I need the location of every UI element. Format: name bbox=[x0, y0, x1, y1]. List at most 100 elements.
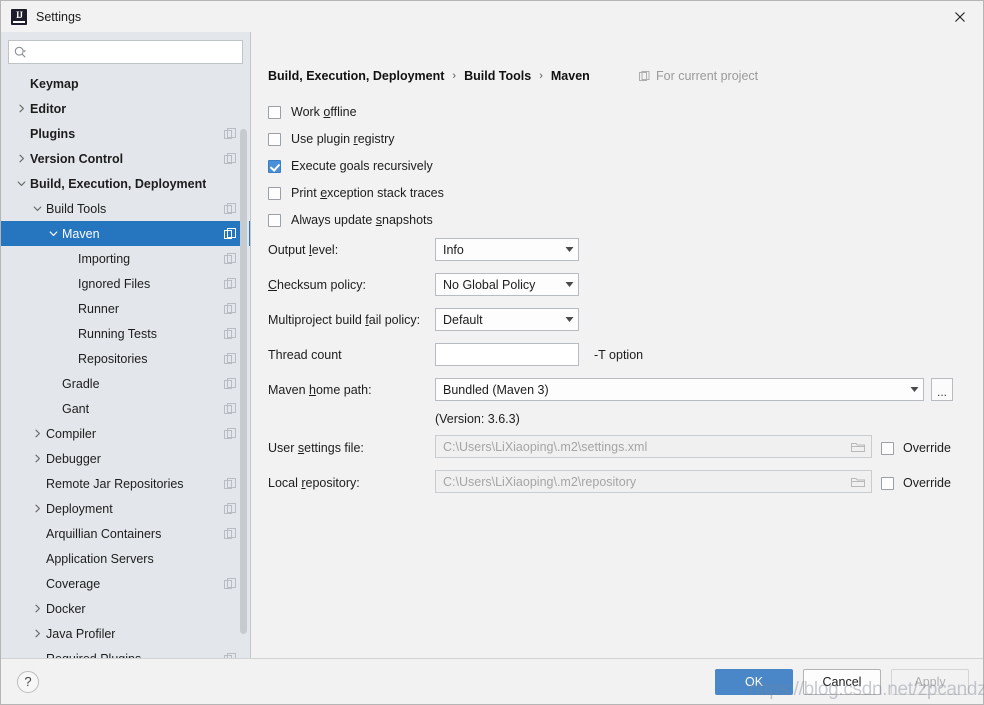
chevron-down-icon[interactable] bbox=[47, 227, 60, 240]
dropdown-checksum-policy[interactable]: No Global Policy bbox=[435, 273, 579, 296]
breadcrumb-item-2: Maven bbox=[550, 69, 590, 83]
folder-icon[interactable] bbox=[849, 476, 867, 488]
sidebar-item-keymap[interactable]: Keymap bbox=[1, 71, 250, 96]
copy-icon[interactable] bbox=[224, 227, 236, 240]
sidebar-item-remote-jar-repositories[interactable]: Remote Jar Repositories bbox=[1, 471, 250, 496]
sidebar-item-application-servers[interactable]: Application Servers bbox=[1, 546, 250, 571]
dropdown-fail-policy[interactable]: Default bbox=[435, 308, 579, 331]
input-thread-count[interactable] bbox=[435, 343, 579, 366]
settings-main-panel: Build, Execution, Deployment › Build Too… bbox=[251, 32, 983, 658]
checkbox-row-use-plugin-registry[interactable]: Use plugin registry bbox=[268, 131, 395, 147]
browse-maven-home-button[interactable]: ... bbox=[931, 378, 953, 401]
breadcrumb-item-1[interactable]: Build Tools bbox=[464, 69, 531, 83]
sidebar-item-label: Ignored Files bbox=[78, 276, 151, 291]
breadcrumb-item-0[interactable]: Build, Execution, Deployment bbox=[268, 69, 444, 83]
copy-icon[interactable] bbox=[224, 302, 236, 315]
chevron-right-icon[interactable] bbox=[31, 627, 44, 640]
sidebar-item-docker[interactable]: Docker bbox=[1, 596, 250, 621]
copy-icon[interactable] bbox=[224, 252, 236, 265]
copy-icon[interactable] bbox=[224, 477, 236, 490]
sidebar-item-compiler[interactable]: Compiler bbox=[1, 421, 250, 446]
input-local-repository[interactable]: C:\Users\LiXiaoping\.m2\repository bbox=[435, 470, 872, 493]
sidebar-item-java-profiler[interactable]: Java Profiler bbox=[1, 621, 250, 646]
settings-dialog: Settings KeymapEditorPluginsVersion bbox=[0, 0, 984, 705]
checkbox-print-exception-stack-traces[interactable] bbox=[268, 186, 281, 200]
sidebar-item-gradle[interactable]: Gradle bbox=[1, 371, 250, 396]
help-button[interactable]: ? bbox=[17, 670, 39, 693]
checkbox-override-user-settings[interactable] bbox=[881, 441, 894, 455]
dropdown-output-level[interactable]: Info bbox=[435, 238, 579, 261]
sidebar-item-runner[interactable]: Runner bbox=[1, 296, 250, 321]
sidebar-item-debugger[interactable]: Debugger bbox=[1, 446, 250, 471]
override-row-user-settings[interactable]: Override bbox=[881, 441, 951, 455]
copy-icon[interactable] bbox=[224, 327, 236, 340]
dropdown-maven-home-path[interactable]: Bundled (Maven 3) bbox=[435, 378, 924, 401]
chevron-right-icon[interactable] bbox=[15, 102, 28, 115]
sidebar-scrollbar-thumb[interactable] bbox=[240, 129, 247, 634]
checkbox-execute-goals-recursively[interactable] bbox=[268, 159, 281, 173]
chevron-down-icon[interactable] bbox=[15, 177, 28, 190]
sidebar-item-required-plugins[interactable]: Required Plugins bbox=[1, 646, 250, 658]
copy-icon[interactable] bbox=[224, 152, 236, 165]
chevron-right-icon[interactable] bbox=[15, 152, 28, 165]
sidebar-item-running-tests[interactable]: Running Tests bbox=[1, 321, 250, 346]
checkbox-row-print-exception-stack-traces[interactable]: Print exception stack traces bbox=[268, 185, 444, 201]
sidebar-item-coverage[interactable]: Coverage bbox=[1, 571, 250, 596]
breadcrumb-separator-1: › bbox=[539, 70, 543, 82]
label-checksum-policy: Checksum policy: bbox=[268, 278, 366, 292]
copy-icon[interactable] bbox=[224, 402, 236, 415]
checkbox-always-update-snapshots[interactable] bbox=[268, 213, 281, 227]
checkbox-row-work-offline[interactable]: Work offline bbox=[268, 104, 357, 120]
search-icon bbox=[14, 46, 26, 58]
sidebar-item-label: Compiler bbox=[46, 426, 97, 441]
sidebar-item-editor[interactable]: Editor bbox=[1, 96, 250, 121]
sidebar-item-importing[interactable]: Importing bbox=[1, 246, 250, 271]
sidebar-item-repositories[interactable]: Repositories bbox=[1, 346, 250, 371]
sidebar-item-label: Importing bbox=[78, 251, 131, 266]
chevron-down-icon bbox=[560, 281, 578, 288]
copy-icon[interactable] bbox=[224, 127, 236, 140]
sidebar-item-arquillian-containers[interactable]: Arquillian Containers bbox=[1, 521, 250, 546]
folder-icon[interactable] bbox=[849, 441, 867, 453]
override-row-local-repository[interactable]: Override bbox=[881, 476, 951, 490]
checkbox-use-plugin-registry[interactable] bbox=[268, 132, 281, 146]
ok-button[interactable]: OK bbox=[715, 668, 793, 695]
sidebar-item-deployment[interactable]: Deployment bbox=[1, 496, 250, 521]
input-user-settings-file[interactable]: C:\Users\LiXiaoping\.m2\settings.xml bbox=[435, 435, 872, 458]
copy-icon[interactable] bbox=[224, 577, 236, 590]
copy-icon[interactable] bbox=[224, 277, 236, 290]
copy-icon[interactable] bbox=[224, 352, 236, 365]
checkbox-row-always-update-snapshots[interactable]: Always update snapshots bbox=[268, 212, 433, 228]
copy-icon[interactable] bbox=[224, 377, 236, 390]
sidebar-item-maven[interactable]: Maven bbox=[1, 221, 250, 246]
sidebar-item-label: Runner bbox=[78, 301, 119, 316]
dropdown-maven-home-path-value: Bundled (Maven 3) bbox=[443, 382, 549, 397]
sidebar-item-ignored-files[interactable]: Ignored Files bbox=[1, 271, 250, 296]
copy-icon[interactable] bbox=[224, 527, 236, 540]
sidebar-item-version-control[interactable]: Version Control bbox=[1, 146, 250, 171]
checkbox-work-offline[interactable] bbox=[268, 105, 281, 119]
sidebar-scrollbar-track[interactable] bbox=[240, 71, 249, 658]
sidebar-item-label: Remote Jar Repositories bbox=[46, 476, 184, 491]
copy-icon[interactable] bbox=[224, 202, 236, 215]
sidebar-item-build-tools[interactable]: Build Tools bbox=[1, 196, 250, 221]
sidebar-item-gant[interactable]: Gant bbox=[1, 396, 250, 421]
dropdown-checksum-policy-value: No Global Policy bbox=[443, 277, 536, 292]
settings-sidebar: Keymap Editor Plugins Version Control Build,… bbox=[1, 32, 251, 658]
label-thread-count: Thread count bbox=[268, 348, 342, 362]
sidebar-item-build-execution-deployment[interactable]: Build, Execution, Deployment bbox=[1, 171, 250, 196]
copy-icon[interactable] bbox=[224, 502, 236, 515]
search-box[interactable] bbox=[8, 40, 243, 64]
close-button[interactable] bbox=[937, 1, 983, 32]
cancel-button[interactable]: Cancel bbox=[803, 668, 881, 695]
chevron-right-icon[interactable] bbox=[31, 502, 44, 515]
chevron-down-icon[interactable] bbox=[31, 202, 44, 215]
chevron-right-icon[interactable] bbox=[31, 452, 44, 465]
checkbox-row-execute-goals-recursively[interactable]: Execute goals recursively bbox=[268, 158, 433, 174]
copy-icon[interactable] bbox=[224, 427, 236, 440]
chevron-right-icon[interactable] bbox=[31, 427, 44, 440]
chevron-right-icon[interactable] bbox=[31, 602, 44, 615]
sidebar-item-plugins[interactable]: Plugins bbox=[1, 121, 250, 146]
search-input[interactable] bbox=[31, 44, 237, 60]
checkbox-override-local-repository[interactable] bbox=[881, 476, 894, 490]
